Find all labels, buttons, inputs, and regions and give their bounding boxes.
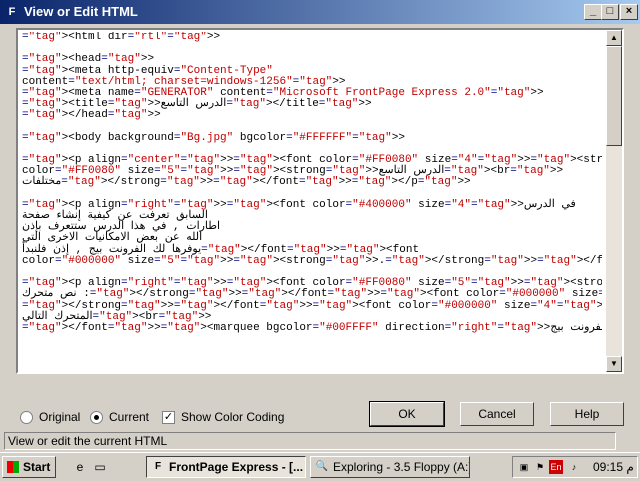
scroll-thumb[interactable] <box>606 46 622 146</box>
show-color-coding-checkbox[interactable]: ✓ Show Color Coding <box>162 410 285 425</box>
task-frontpage-label: FrontPage Express - [... <box>169 460 304 474</box>
scroll-up-button[interactable]: ▲ <box>606 30 622 46</box>
html-editor[interactable]: ="tag"><html dir="rtl"="tag">> ="tag"><h… <box>16 28 624 374</box>
explorer-icon: 🔍 <box>315 461 329 472</box>
language-indicator[interactable]: En <box>549 460 563 474</box>
code-line[interactable]: color="#000000" size="5"="tag">>="tag"><… <box>22 255 602 267</box>
view-edit-html-dialog: F View or Edit HTML _ □ × ="tag"><html d… <box>0 0 640 452</box>
maximize-button[interactable]: □ <box>601 4 619 20</box>
scheduler-icon[interactable]: ⚑ <box>533 460 547 474</box>
task-exploring-label: Exploring - 3.5 Floppy (A:) <box>333 460 470 474</box>
code-line[interactable]: ="tag"><body background="Bg.jpg" bgcolor… <box>22 132 602 144</box>
html-source-text[interactable]: ="tag"><html dir="rtl"="tag">> ="tag"><h… <box>22 32 602 372</box>
task-frontpage-express[interactable]: F FrontPage Express - [... <box>146 456 306 478</box>
internet-explorer-icon[interactable]: e <box>72 459 88 475</box>
cancel-button[interactable]: Cancel <box>460 402 534 426</box>
current-radio-label: Current <box>109 410 150 424</box>
vertical-scrollbar[interactable]: ▲ ▼ <box>606 30 622 372</box>
original-radio[interactable]: Original <box>20 410 81 425</box>
windows-flag-icon <box>7 461 19 473</box>
current-radio[interactable]: Current <box>90 410 150 425</box>
minimize-button[interactable]: _ <box>584 4 602 20</box>
original-radio-dot[interactable] <box>20 411 33 425</box>
start-label: Start <box>23 460 51 474</box>
close-button[interactable]: × <box>620 4 638 20</box>
code-line[interactable]: ="tag"></font="tag">>="tag"><marquee bgc… <box>22 322 602 334</box>
task-exploring-floppy[interactable]: 🔍 Exploring - 3.5 Floppy (A:) <box>310 456 470 478</box>
scroll-down-button[interactable]: ▼ <box>606 356 622 372</box>
frontpage-app-icon: F <box>8 6 16 18</box>
original-radio-label: Original <box>39 410 81 424</box>
show-desktop-icon[interactable]: ▭ <box>92 459 108 475</box>
ok-button[interactable]: OK <box>369 401 445 427</box>
network-icon[interactable]: ▣ <box>517 460 531 474</box>
taskbar: Start e ▭ F FrontPage Express - [... 🔍 Exp… <box>0 452 640 481</box>
code-line[interactable]: ="tag"><html dir="rtl"="tag">> <box>22 32 602 43</box>
checkmark-icon[interactable]: ✓ <box>162 411 175 425</box>
code-line[interactable]: ="tag"></head="tag">> <box>22 110 602 121</box>
volume-icon[interactable]: ♪ <box>567 460 581 474</box>
title-bar: F View or Edit HTML _ □ × <box>0 0 640 24</box>
system-tray: ▣ ⚑ En ♪ 09:15 م <box>512 456 638 478</box>
frontpage-icon: F <box>154 461 162 472</box>
code-line[interactable]: ="tag"><head="tag">> <box>22 54 602 65</box>
show-color-coding-label: Show Color Coding <box>181 410 285 424</box>
help-button[interactable]: Help <box>550 402 624 426</box>
clock: 09:15 م <box>593 460 634 474</box>
start-button[interactable]: Start <box>2 456 56 478</box>
status-bar: View or edit the current HTML <box>4 432 616 450</box>
current-radio-dot[interactable] <box>90 411 103 425</box>
code-line[interactable]: مختلفات="tag"></strong="tag">>="tag"></f… <box>22 177 602 188</box>
window-title: View or Edit HTML <box>24 4 138 19</box>
